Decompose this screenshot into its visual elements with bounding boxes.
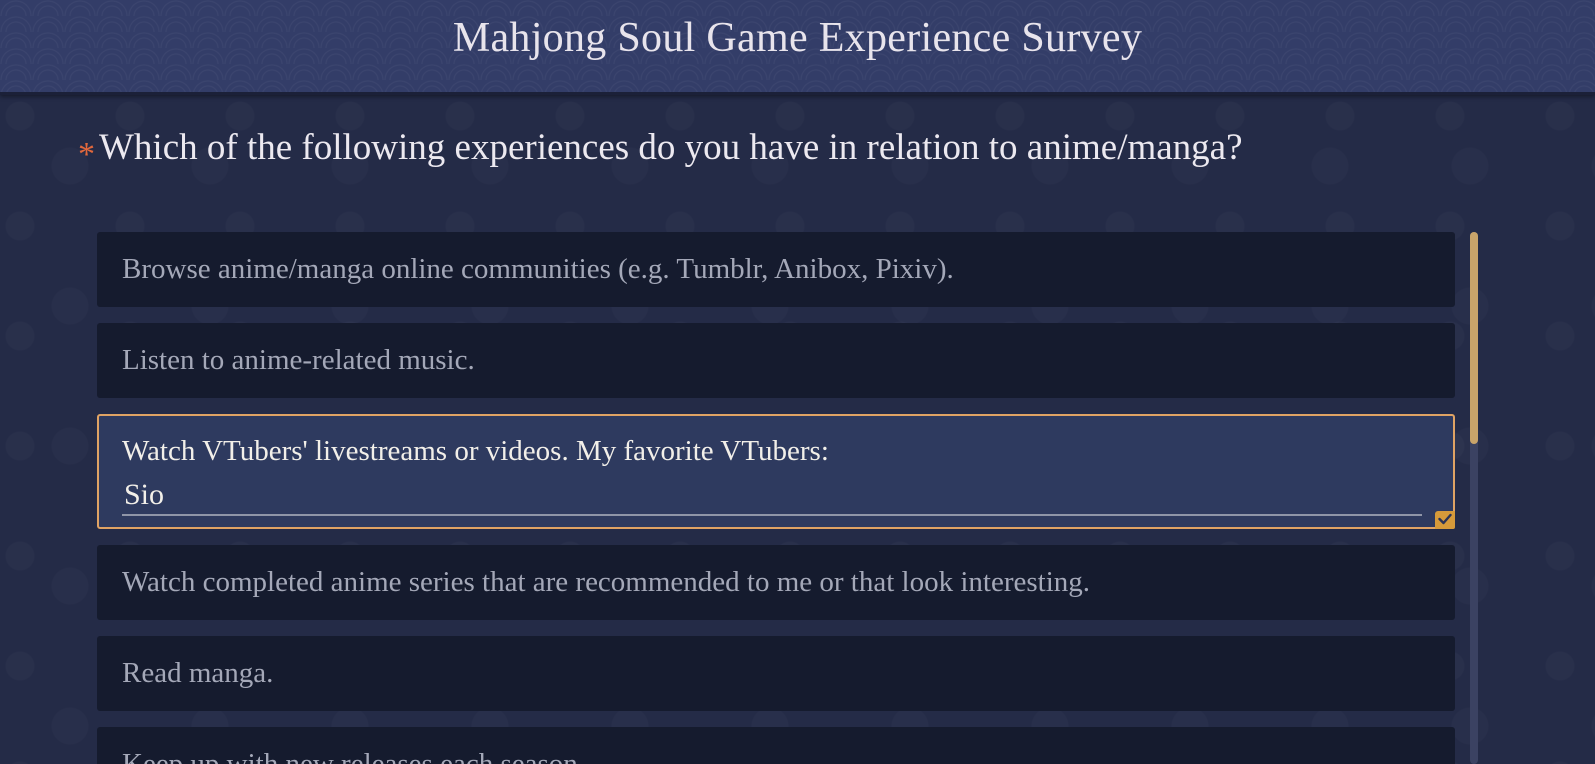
option-anime-music[interactable]: Listen to anime-related music. (97, 323, 1455, 398)
option-label: Browse anime/manga online communities (e… (122, 253, 954, 285)
option-label: Watch VTubers' livestreams or videos. My… (122, 435, 829, 467)
option-label: Read manga. (122, 657, 274, 689)
check-icon (1435, 511, 1455, 529)
question-text: Which of the following experiences do yo… (99, 127, 1243, 168)
option-label: Listen to anime-related music. (122, 344, 475, 376)
option-new-releases[interactable]: Keep up with new releases each season. (97, 727, 1455, 764)
option-label: Keep up with new releases each season. (122, 748, 586, 764)
survey-header: Mahjong Soul Game Experience Survey (0, 0, 1595, 95)
option-vtubers[interactable]: Watch VTubers' livestreams or videos. My… (97, 414, 1455, 529)
option-browse-communities[interactable]: Browse anime/manga online communities (e… (97, 232, 1455, 307)
question-heading: * Which of the following experiences do … (78, 126, 1243, 173)
option-read-manga[interactable]: Read manga. (97, 636, 1455, 711)
scrollbar-thumb[interactable] (1470, 232, 1478, 444)
options-list: Browse anime/manga online communities (e… (97, 232, 1455, 764)
option-completed-series[interactable]: Watch completed anime series that are re… (97, 545, 1455, 620)
required-marker: * (78, 136, 95, 173)
survey-title: Mahjong Soul Game Experience Survey (452, 15, 1143, 61)
options-scrollbar[interactable] (1470, 232, 1478, 764)
favorite-vtubers-input[interactable] (122, 476, 1422, 516)
option-label: Watch completed anime series that are re… (122, 566, 1091, 598)
